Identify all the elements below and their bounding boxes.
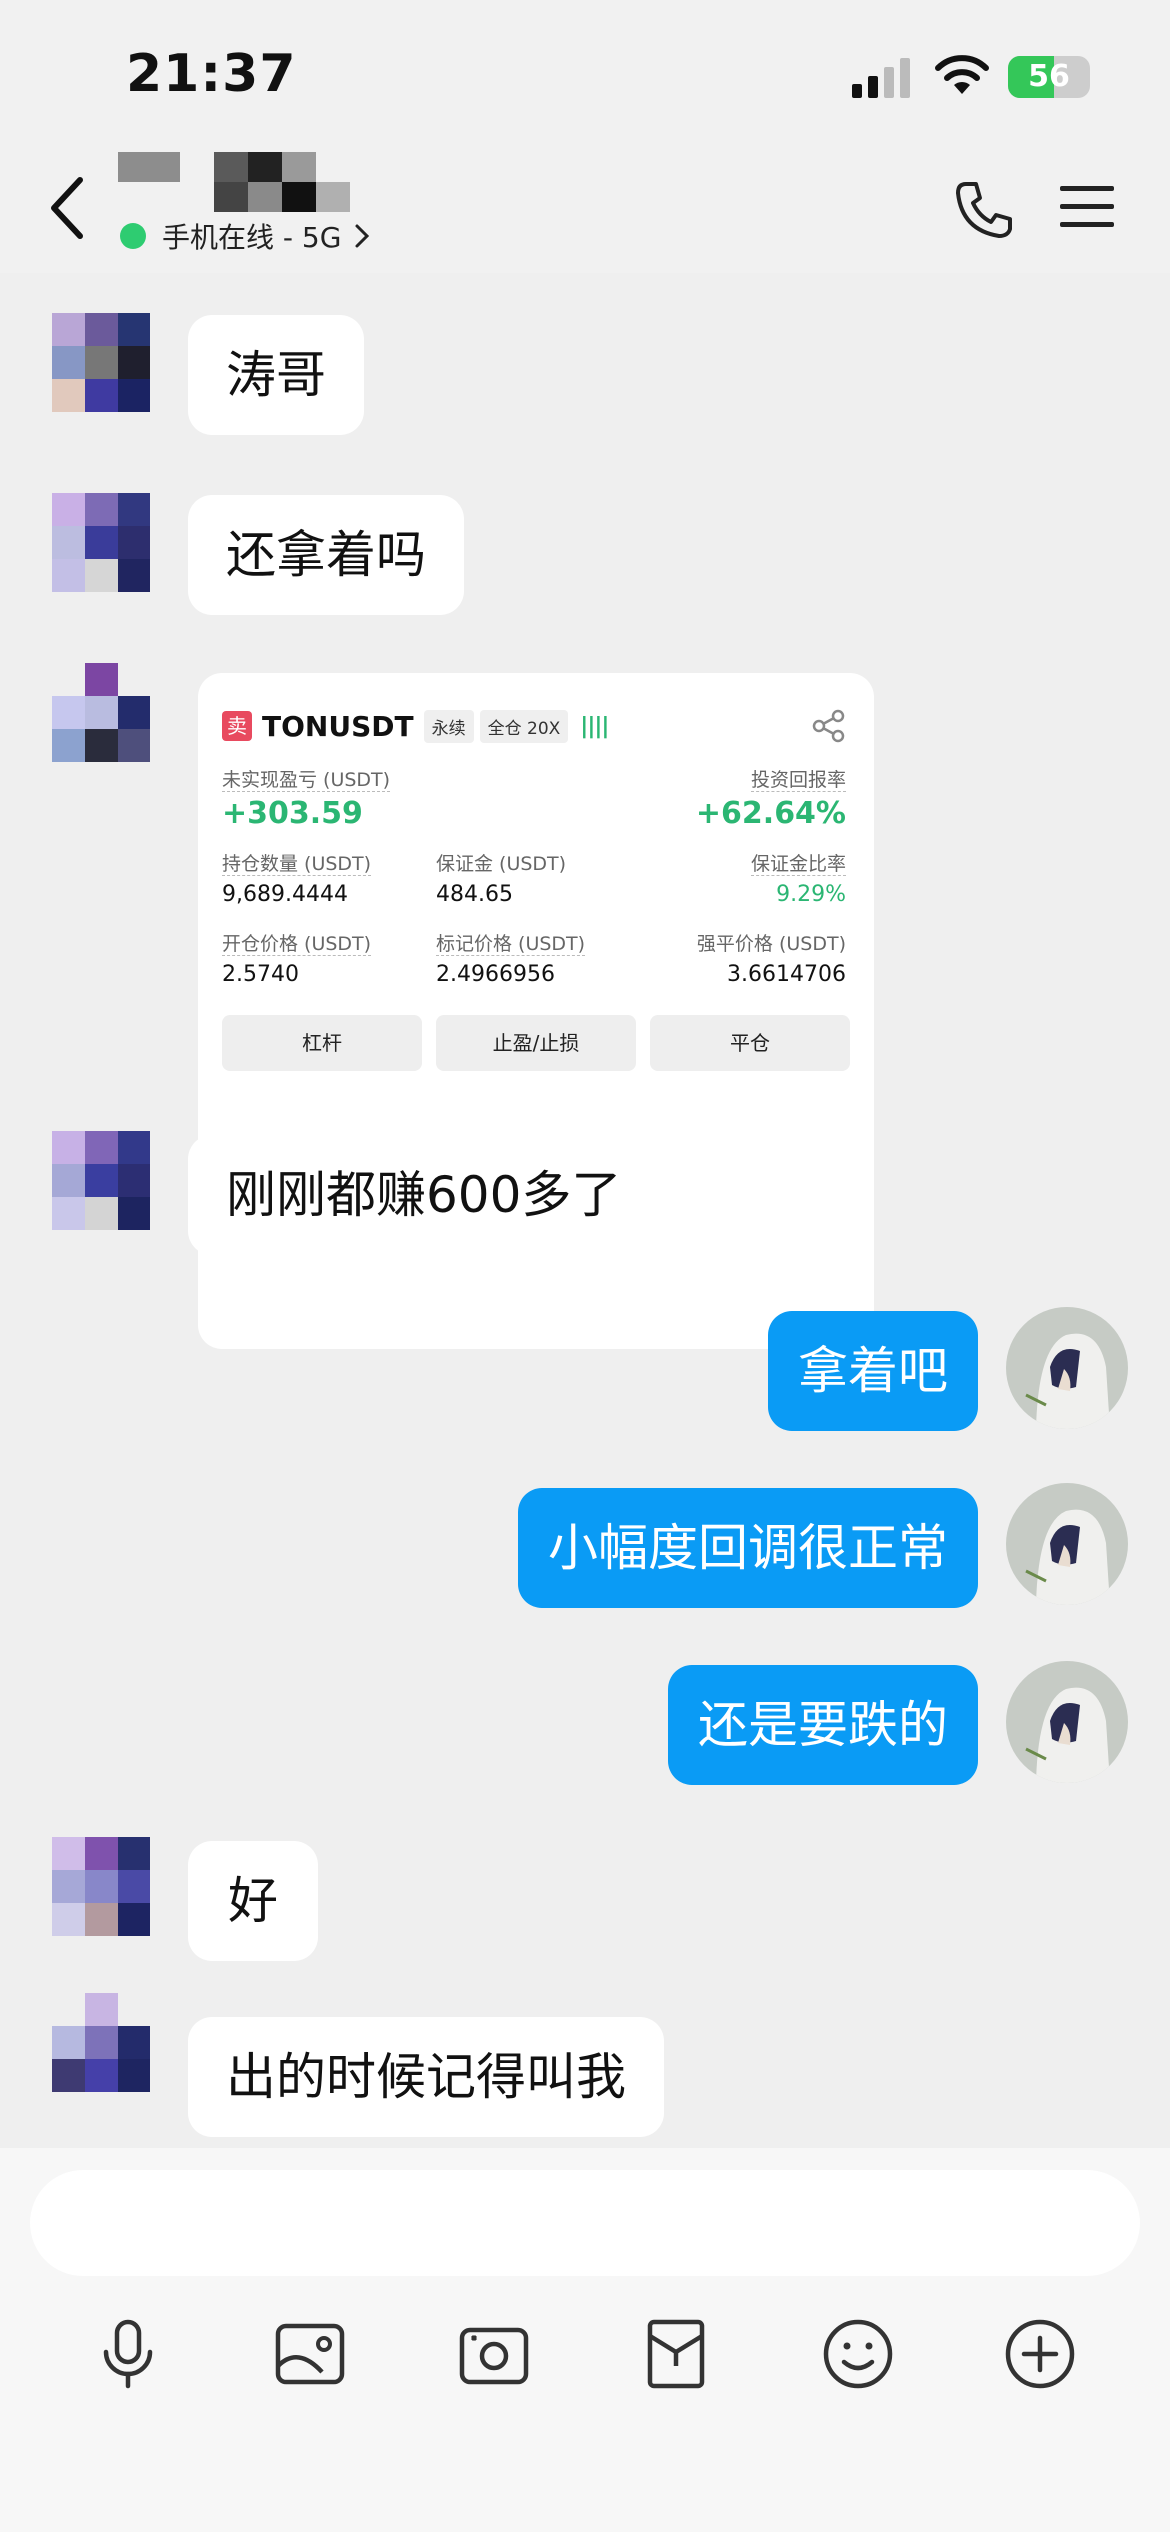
message-bubble-sent[interactable]: 拿着吧	[768, 1311, 978, 1431]
leverage-bars-icon: ||||	[580, 713, 609, 739]
margin-mode-chip: 全仓 20X	[479, 709, 569, 743]
message-bubble-received[interactable]: 出的时候记得叫我	[188, 2017, 664, 2137]
position-size-label: 持仓数量 (USDT)	[222, 853, 372, 876]
wifi-icon	[935, 55, 989, 94]
entry-price-label: 开仓价格 (USDT)	[222, 933, 372, 956]
status-time: 21:37	[126, 44, 297, 104]
back-chevron-icon[interactable]	[40, 168, 94, 248]
online-dot-icon	[120, 223, 146, 249]
contact-avatar-pixelated[interactable]	[52, 493, 150, 611]
entry-price-value: 2.5740	[222, 962, 299, 987]
online-status[interactable]: 手机在线 - 5G	[120, 216, 371, 256]
cellular-signal-icon	[852, 58, 910, 98]
battery-icon: 56	[1008, 56, 1090, 98]
my-avatar[interactable]	[1006, 1483, 1128, 1605]
message-bubble-received[interactable]: 涛哥	[188, 315, 364, 435]
menu-icon[interactable]	[1058, 182, 1116, 232]
online-status-text: 手机在线 - 5G	[162, 221, 342, 254]
mark-price-label: 标记价格 (USDT)	[436, 933, 586, 956]
camera-icon[interactable]	[456, 2316, 532, 2392]
margin-ratio-value: 9.29%	[776, 882, 846, 907]
position-size-value: 9,689.4444	[222, 882, 348, 907]
margin-ratio-label: 保证金比率	[750, 853, 846, 876]
trading-pair: TONUSDT	[262, 709, 414, 743]
liq-price-label: 强平价格 (USDT)	[696, 933, 846, 955]
message-bubble-sent[interactable]: 还是要跌的	[668, 1665, 978, 1785]
tp-sl-button[interactable]: 止盈/止损	[436, 1015, 636, 1071]
margin-label: 保证金 (USDT)	[436, 853, 567, 875]
share-icon[interactable]	[812, 709, 846, 743]
roi-value: +62.64%	[695, 796, 846, 831]
close-position-button[interactable]: 平仓	[650, 1015, 850, 1071]
message-bubble-sent[interactable]: 小幅度回调很正常	[518, 1488, 978, 1608]
roi-label: 投资回报率	[750, 769, 846, 792]
sell-tag: 卖	[222, 711, 252, 741]
contact-avatar-pixelated[interactable]	[52, 313, 150, 431]
contact-name-pixelated[interactable]	[118, 140, 358, 212]
mark-price-value: 2.4966956	[436, 962, 555, 987]
my-avatar[interactable]	[1006, 1307, 1128, 1429]
contact-avatar-pixelated[interactable]	[52, 1131, 150, 1249]
message-bubble-received[interactable]: 还拿着吗	[188, 495, 464, 615]
unrealized-pnl-value: +303.59	[222, 796, 363, 831]
unrealized-pnl-label: 未实现盈亏 (USDT)	[222, 769, 391, 792]
chevron-right-icon	[355, 224, 370, 248]
liq-price-value: 3.6614706	[727, 962, 846, 987]
status-bar: 21:37 56	[0, 0, 1170, 140]
phone-icon[interactable]	[952, 178, 1016, 242]
leverage-button[interactable]: 杠杆	[222, 1015, 422, 1071]
contact-avatar-pixelated[interactable]	[52, 1993, 150, 2111]
my-avatar[interactable]	[1006, 1661, 1128, 1783]
plus-icon[interactable]	[1002, 2316, 1078, 2392]
margin-value: 484.65	[436, 882, 513, 907]
message-input[interactable]	[30, 2170, 1140, 2276]
battery-percent: 56	[1028, 59, 1070, 94]
card-header: 卖 TONUSDT 永续 全仓 20X ||||	[222, 703, 850, 749]
emoji-icon[interactable]	[820, 2316, 896, 2392]
perpetual-chip: 永续	[423, 709, 474, 743]
composer	[0, 2148, 1170, 2532]
red-packet-icon[interactable]	[638, 2316, 714, 2392]
chat-header: 手机在线 - 5G	[0, 128, 1170, 273]
image-icon[interactable]	[272, 2316, 348, 2392]
message-bubble-received[interactable]: 刚刚都赚600多了	[188, 1135, 660, 1255]
message-list[interactable]: 涛哥 还拿着吗 卖 TONUSDT 永续 全仓 20X |||| 未实现盈亏 (…	[0, 273, 1170, 2148]
contact-avatar-pixelated[interactable]	[52, 663, 150, 781]
contact-avatar-pixelated[interactable]	[52, 1837, 150, 1955]
message-bubble-received[interactable]: 好	[188, 1841, 318, 1961]
microphone-icon[interactable]	[90, 2316, 166, 2392]
